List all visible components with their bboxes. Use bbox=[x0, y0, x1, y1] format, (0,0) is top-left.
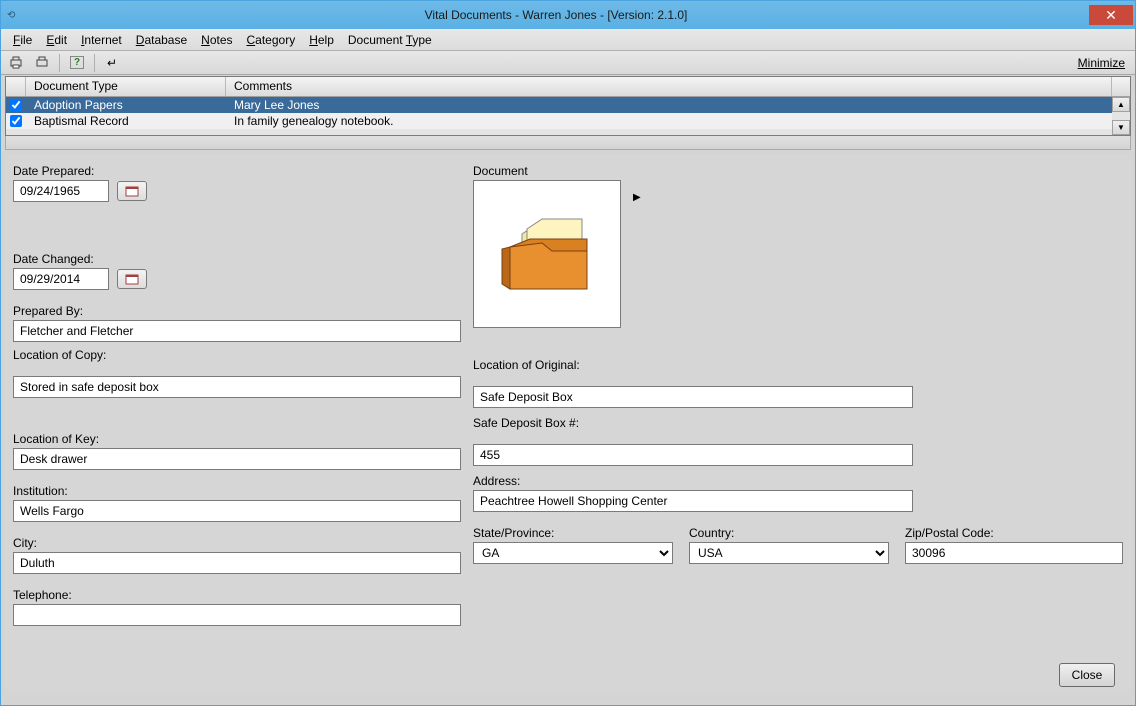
label-date-prepared: Date Prepared: bbox=[13, 164, 461, 178]
label-location-original: Location of Original: bbox=[473, 358, 1123, 372]
label-address: Address: bbox=[473, 474, 1123, 488]
row-comments: In family genealogy notebook. bbox=[226, 114, 1130, 128]
window-title: Vital Documents - Warren Jones - [Versio… bbox=[23, 8, 1089, 22]
help-button[interactable]: ? bbox=[66, 53, 88, 73]
document-preview[interactable] bbox=[473, 180, 621, 328]
label-zip: Zip/Postal Code: bbox=[905, 526, 1123, 540]
label-country: Country: bbox=[689, 526, 889, 540]
row-checkbox-cell bbox=[6, 99, 26, 111]
menu-database[interactable]: Database bbox=[130, 31, 193, 49]
safe-box-input[interactable] bbox=[473, 444, 913, 466]
zip-input[interactable] bbox=[905, 542, 1123, 564]
location-key-input[interactable] bbox=[13, 448, 461, 470]
window-close-button[interactable]: ✕ bbox=[1089, 5, 1133, 25]
table-row[interactable]: Adoption Papers Mary Lee Jones bbox=[6, 97, 1130, 113]
menu-internet[interactable]: Internet bbox=[75, 31, 128, 49]
address-input[interactable] bbox=[473, 490, 913, 512]
table-row[interactable]: Baptismal Record In family genealogy not… bbox=[6, 113, 1130, 129]
row-doctype: Adoption Papers bbox=[26, 98, 226, 112]
form-left-column: Date Prepared: Date Changed: Prepared By… bbox=[13, 162, 461, 687]
grid-header-doctype[interactable]: Document Type bbox=[26, 77, 226, 96]
institution-input[interactable] bbox=[13, 500, 461, 522]
print-preview-button[interactable] bbox=[5, 53, 27, 73]
menubar: File Edit Internet Database Notes Catego… bbox=[1, 29, 1135, 51]
date-changed-input[interactable] bbox=[13, 268, 109, 290]
telephone-input[interactable] bbox=[13, 604, 461, 626]
back-button[interactable]: ↵ bbox=[101, 53, 123, 73]
menu-document-type[interactable]: Document Type bbox=[342, 31, 438, 49]
minimize-link[interactable]: Minimize bbox=[1078, 56, 1131, 70]
menu-file[interactable]: File bbox=[7, 31, 38, 49]
label-institution: Institution: bbox=[13, 484, 461, 498]
menu-help[interactable]: Help bbox=[303, 31, 340, 49]
label-location-key: Location of Key: bbox=[13, 432, 461, 446]
print-icon bbox=[35, 56, 49, 70]
titlebar-icon: ⟲ bbox=[1, 10, 23, 21]
menu-edit[interactable]: Edit bbox=[40, 31, 73, 49]
label-state: State/Province: bbox=[473, 526, 673, 540]
toolbar: ? ↵ Minimize bbox=[1, 51, 1135, 75]
label-prepared-by: Prepared By: bbox=[13, 304, 461, 318]
row-checkbox[interactable] bbox=[10, 99, 22, 111]
menu-file-rest: ile bbox=[20, 33, 32, 47]
date-prepared-calendar-button[interactable] bbox=[117, 181, 147, 201]
calendar-icon bbox=[125, 273, 139, 285]
scroll-down-button[interactable]: ▼ bbox=[1112, 120, 1130, 135]
grid-header: Document Type Comments bbox=[6, 77, 1130, 97]
grid-empty-space bbox=[6, 129, 1130, 135]
label-city: City: bbox=[13, 536, 461, 550]
calendar-icon bbox=[125, 185, 139, 197]
close-button[interactable]: Close bbox=[1059, 663, 1115, 687]
folder-icon bbox=[492, 199, 602, 309]
grid-footer bbox=[5, 136, 1131, 150]
grid-scrollbar[interactable]: ▲ ▼ bbox=[1112, 97, 1130, 135]
statusbar bbox=[1, 699, 1135, 705]
row-doctype: Baptismal Record bbox=[26, 114, 226, 128]
toolbar-separator-2 bbox=[94, 54, 95, 72]
row-comments: Mary Lee Jones bbox=[226, 98, 1130, 112]
form-right-column: Document ▶ Location of Original: bbox=[473, 162, 1123, 687]
document-next-button[interactable]: ▶ bbox=[633, 192, 641, 203]
location-copy-input[interactable] bbox=[13, 376, 461, 398]
row-checkbox[interactable] bbox=[10, 115, 22, 127]
titlebar: ⟲ Vital Documents - Warren Jones - [Vers… bbox=[1, 1, 1135, 29]
app-window: ⟲ Vital Documents - Warren Jones - [Vers… bbox=[0, 0, 1136, 706]
location-original-input[interactable] bbox=[473, 386, 913, 408]
prepared-by-input[interactable] bbox=[13, 320, 461, 342]
menu-category[interactable]: Category bbox=[241, 31, 302, 49]
grid-header-check[interactable] bbox=[6, 77, 26, 96]
grid-header-comments[interactable]: Comments bbox=[226, 77, 1112, 96]
label-date-changed: Date Changed: bbox=[13, 252, 461, 266]
help-icon: ? bbox=[70, 56, 84, 69]
print-button[interactable] bbox=[31, 53, 53, 73]
label-safe-box: Safe Deposit Box #: bbox=[473, 416, 1123, 430]
state-select[interactable]: GA bbox=[473, 542, 673, 564]
date-changed-calendar-button[interactable] bbox=[117, 269, 147, 289]
label-document: Document bbox=[473, 164, 1123, 178]
label-telephone: Telephone: bbox=[13, 588, 461, 602]
country-select[interactable]: USA bbox=[689, 542, 889, 564]
city-input[interactable] bbox=[13, 552, 461, 574]
scroll-up-button[interactable]: ▲ bbox=[1112, 97, 1130, 112]
print-preview-icon bbox=[9, 56, 23, 70]
toolbar-separator bbox=[59, 54, 60, 72]
back-icon: ↵ bbox=[107, 56, 117, 70]
form-panel: Date Prepared: Date Changed: Prepared By… bbox=[5, 154, 1131, 695]
document-grid: Document Type Comments Adoption Papers M… bbox=[5, 76, 1131, 136]
grid-header-scroll bbox=[1112, 77, 1130, 96]
menu-notes[interactable]: Notes bbox=[195, 31, 238, 49]
grid-body: Adoption Papers Mary Lee Jones Baptismal… bbox=[6, 97, 1130, 135]
row-checkbox-cell bbox=[6, 115, 26, 127]
date-prepared-input[interactable] bbox=[13, 180, 109, 202]
label-location-copy: Location of Copy: bbox=[13, 348, 461, 362]
